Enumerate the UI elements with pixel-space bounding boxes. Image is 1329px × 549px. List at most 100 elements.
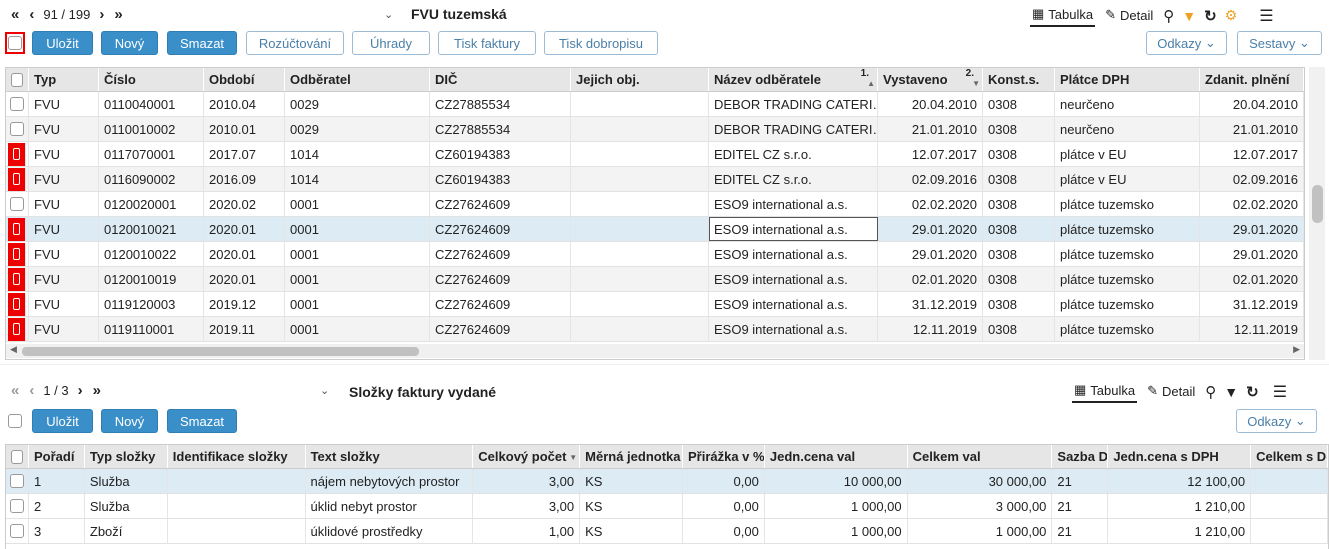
last-page-icon[interactable]: » (93, 382, 101, 399)
row-checkbox[interactable] (9, 474, 24, 488)
delete-button[interactable]: Smazat (167, 409, 237, 433)
col-zdanit[interactable]: Zdanit. plnění (1200, 68, 1304, 91)
col-pocet[interactable]: Celkový počet ▼ (473, 445, 581, 468)
select-all-checkbox-marked[interactable] (5, 32, 25, 54)
next-page-icon[interactable]: › (78, 382, 83, 399)
refresh-icon[interactable]: ↻ (1246, 383, 1259, 401)
table-row[interactable]: 3 Zboží úklidové prostředky 1,00 KS 0,00 1 000… (6, 519, 1328, 544)
table-row[interactable]: 1 Služba nájem nebytových prostor 3,00 KS 0,0… (6, 469, 1328, 494)
search-icon[interactable]: ⚲ (1205, 383, 1216, 401)
row-marked-checkbox[interactable] (8, 292, 26, 316)
col-celkemd[interactable]: Celkem s D (1251, 445, 1328, 468)
search-icon[interactable]: ⚲ (1163, 7, 1174, 25)
prev-page-icon[interactable]: ‹ (29, 382, 34, 399)
col-mj[interactable]: Měrná jednotka (580, 445, 683, 468)
col-cislo[interactable]: Číslo (99, 68, 204, 91)
prev-page-icon[interactable]: ‹ (29, 6, 34, 23)
first-page-icon[interactable]: « (11, 6, 19, 23)
select-all-checkbox[interactable] (11, 72, 23, 87)
col-prir[interactable]: Přirážka v % (683, 445, 765, 468)
print-invoice-button[interactable]: Tisk faktury (438, 31, 536, 55)
select-all-checkbox[interactable] (8, 414, 22, 428)
links-dropdown[interactable]: Odkazy ⌄ (1236, 409, 1317, 433)
row-checkbox[interactable] (10, 97, 24, 111)
col-celkem[interactable]: Celkem val (908, 445, 1053, 468)
col-dic[interactable]: DIČ (430, 68, 571, 91)
print-credit-note-button[interactable]: Tisk dobropisu (544, 31, 658, 55)
col-odberatel[interactable]: Odběratel (285, 68, 430, 91)
cell-vystaveno: 21.01.2010 (878, 117, 983, 141)
row-checkbox[interactable] (9, 524, 24, 538)
cell-typ: FVU (29, 267, 99, 291)
table-row[interactable]: FVU 0120010019 2020.01 0001 CZ27624609 ESO9 i… (6, 267, 1304, 292)
select-all-checkbox[interactable] (11, 449, 23, 464)
tab-table[interactable]: ▦ Tabulka (1072, 380, 1138, 403)
cell-konst: 0308 (983, 92, 1055, 116)
cell-obdobi: 2020.01 (204, 242, 285, 266)
row-marked-checkbox[interactable] (8, 142, 26, 166)
cell-konst: 0308 (983, 292, 1055, 316)
row-checkbox[interactable] (10, 197, 24, 211)
vertical-scroll-thumb[interactable] (1312, 185, 1323, 223)
allocation-button[interactable]: Rozúčtování (246, 31, 344, 55)
links-dropdown[interactable]: Odkazy ⌄ (1146, 31, 1227, 55)
col-ident[interactable]: Identifikace složky (168, 445, 306, 468)
chevron-down-icon[interactable]: ⌄ (384, 8, 393, 21)
table-row[interactable]: FVU 0117070001 2017.07 1014 CZ60194383 EDITEL… (6, 142, 1304, 167)
col-cena[interactable]: Jedn.cena val (765, 445, 908, 468)
col-vystaveno[interactable]: Vystaveno 2. ▼ (878, 68, 983, 91)
table-row[interactable]: 2 Služba úklid nebyt prostor 3,00 KS 0,00 1 00… (6, 494, 1328, 519)
horizontal-scrollbar[interactable]: ◀ ▶ (6, 344, 1304, 358)
table-row[interactable]: FVU 0110010002 2010.01 0029 CZ27885534 DEBOR … (6, 117, 1304, 142)
menu-icon[interactable]: ☰ (1259, 6, 1273, 26)
col-konst[interactable]: Konst.s. (983, 68, 1055, 91)
row-marked-checkbox[interactable] (8, 317, 26, 341)
tab-table[interactable]: ▦ Tabulka (1030, 4, 1096, 27)
last-page-icon[interactable]: » (114, 6, 122, 23)
table-row[interactable]: FVU 0119120003 2019.12 0001 CZ27624609 ESO9 i… (6, 292, 1304, 317)
table-row[interactable]: FVU 0110040001 2010.04 0029 CZ27885534 DEBOR … (6, 92, 1304, 117)
row-checkbox[interactable] (10, 122, 24, 136)
table-row[interactable]: FVU 0120020001 2020.02 0001 CZ27624609 ESO9 i… (6, 192, 1304, 217)
table-row[interactable]: FVU 0120010022 2020.01 0001 CZ27624609 ESO9 i… (6, 242, 1304, 267)
row-marked-checkbox[interactable] (8, 167, 26, 191)
delete-button[interactable]: Smazat (167, 31, 237, 55)
col-nazev[interactable]: Název odběratele 1. ▲ (709, 68, 878, 91)
filter-icon[interactable]: ▼ (1224, 384, 1238, 400)
reports-dropdown[interactable]: Sestavy ⌄ (1237, 31, 1322, 55)
user-settings-icon[interactable]: ⚙ (1225, 7, 1238, 24)
tab-detail[interactable]: ✎ Detail (1103, 5, 1155, 26)
row-marked-checkbox[interactable] (8, 242, 26, 266)
col-text[interactable]: Text složky (306, 445, 474, 468)
col-sazba[interactable]: Sazba D (1052, 445, 1109, 468)
refresh-icon[interactable]: ↻ (1204, 7, 1217, 25)
col-typ-slozky[interactable]: Typ složky (85, 445, 168, 468)
cell-pocet: 1,00 (473, 519, 581, 543)
filter-icon[interactable]: ▼ (1182, 8, 1196, 24)
row-checkbox[interactable] (9, 499, 24, 513)
vertical-scrollbar[interactable] (1309, 67, 1325, 360)
col-cenadph[interactable]: Jedn.cena s DPH (1108, 445, 1252, 468)
new-button[interactable]: Nový (101, 409, 158, 433)
col-obdobi[interactable]: Období (204, 68, 285, 91)
table-header: Pořadí Typ složky Identifikace složky Te… (6, 445, 1328, 469)
chevron-down-icon[interactable]: ⌄ (320, 384, 329, 397)
tab-detail[interactable]: ✎ Detail (1145, 381, 1197, 402)
menu-icon[interactable]: ☰ (1273, 382, 1287, 402)
table-row[interactable]: FVU 0116090002 2016.09 1014 CZ60194383 EDITEL… (6, 167, 1304, 192)
table-row[interactable]: FVU 0120010021 2020.01 0001 CZ27624609 ESO9 i… (6, 217, 1304, 242)
col-platce[interactable]: Plátce DPH (1055, 68, 1200, 91)
table-row[interactable]: FVU 0119110001 2019.11 0001 CZ27624609 ESO9 i… (6, 317, 1304, 342)
col-obj[interactable]: Jejich obj. (571, 68, 709, 91)
payments-button[interactable]: Úhrady (352, 31, 430, 55)
save-button[interactable]: Uložit (32, 31, 93, 55)
row-marked-checkbox[interactable] (8, 217, 26, 241)
save-button[interactable]: Uložit (32, 409, 93, 433)
new-button[interactable]: Nový (101, 31, 158, 55)
col-typ[interactable]: Typ (29, 68, 99, 91)
horizontal-scroll-thumb[interactable] (22, 347, 419, 356)
row-marked-checkbox[interactable] (8, 267, 26, 291)
first-page-icon[interactable]: « (11, 382, 19, 399)
next-page-icon[interactable]: › (99, 6, 104, 23)
col-poradi[interactable]: Pořadí (29, 445, 85, 468)
